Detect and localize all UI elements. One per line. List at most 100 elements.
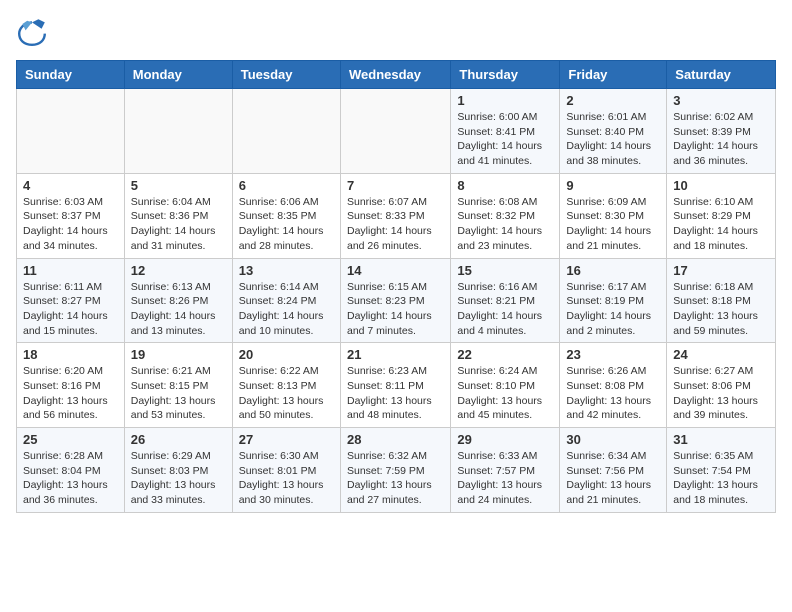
week-row-5: 25 Sunrise: 6:28 AM Sunset: 8:04 PM Dayli… (17, 428, 776, 513)
day-cell: 23 Sunrise: 6:26 AM Sunset: 8:08 PM Dayli… (560, 343, 667, 428)
day-cell: 27 Sunrise: 6:30 AM Sunset: 8:01 PM Dayli… (232, 428, 340, 513)
day-info: Sunrise: 6:13 AM Sunset: 8:26 PM Dayligh… (131, 280, 226, 339)
day-number: 27 (239, 432, 334, 447)
day-number: 18 (23, 347, 118, 362)
day-number: 7 (347, 178, 444, 193)
day-number: 14 (347, 263, 444, 278)
day-number: 3 (673, 93, 769, 108)
day-info: Sunrise: 6:29 AM Sunset: 8:03 PM Dayligh… (131, 449, 226, 508)
day-number: 31 (673, 432, 769, 447)
header-day-thursday: Thursday (451, 61, 560, 89)
week-row-4: 18 Sunrise: 6:20 AM Sunset: 8:16 PM Dayli… (17, 343, 776, 428)
day-info: Sunrise: 6:11 AM Sunset: 8:27 PM Dayligh… (23, 280, 118, 339)
day-info: Sunrise: 6:15 AM Sunset: 8:23 PM Dayligh… (347, 280, 444, 339)
day-cell: 26 Sunrise: 6:29 AM Sunset: 8:03 PM Dayli… (124, 428, 232, 513)
header-day-saturday: Saturday (667, 61, 776, 89)
day-info: Sunrise: 6:08 AM Sunset: 8:32 PM Dayligh… (457, 195, 553, 254)
day-cell: 29 Sunrise: 6:33 AM Sunset: 7:57 PM Dayli… (451, 428, 560, 513)
day-number: 23 (566, 347, 660, 362)
day-cell: 14 Sunrise: 6:15 AM Sunset: 8:23 PM Dayli… (340, 258, 450, 343)
logo-icon (16, 16, 48, 48)
day-info: Sunrise: 6:10 AM Sunset: 8:29 PM Dayligh… (673, 195, 769, 254)
day-number: 4 (23, 178, 118, 193)
day-info: Sunrise: 6:26 AM Sunset: 8:08 PM Dayligh… (566, 364, 660, 423)
day-cell: 1 Sunrise: 6:00 AM Sunset: 8:41 PM Daylig… (451, 89, 560, 174)
day-number: 29 (457, 432, 553, 447)
day-cell: 6 Sunrise: 6:06 AM Sunset: 8:35 PM Daylig… (232, 173, 340, 258)
day-info: Sunrise: 6:02 AM Sunset: 8:39 PM Dayligh… (673, 110, 769, 169)
day-cell: 15Sunrise: 6:16 AM Sunset: 8:21 PM Dayli… (451, 258, 560, 343)
day-number: 8 (457, 178, 553, 193)
day-number: 13 (239, 263, 334, 278)
day-info: Sunrise: 6:28 AM Sunset: 8:04 PM Dayligh… (23, 449, 118, 508)
day-cell (124, 89, 232, 174)
day-info: Sunrise: 6:20 AM Sunset: 8:16 PM Dayligh… (23, 364, 118, 423)
week-row-2: 4 Sunrise: 6:03 AM Sunset: 8:37 PM Daylig… (17, 173, 776, 258)
day-number: 9 (566, 178, 660, 193)
day-info: Sunrise: 6:27 AM Sunset: 8:06 PM Dayligh… (673, 364, 769, 423)
day-number: 28 (347, 432, 444, 447)
day-cell: 10 Sunrise: 6:10 AM Sunset: 8:29 PM Dayli… (667, 173, 776, 258)
day-number: 20 (239, 347, 334, 362)
day-cell: 24 Sunrise: 6:27 AM Sunset: 8:06 PM Dayli… (667, 343, 776, 428)
day-number: 12 (131, 263, 226, 278)
day-info: Sunrise: 6:07 AM Sunset: 8:33 PM Dayligh… (347, 195, 444, 254)
day-info: Sunrise: 6:04 AM Sunset: 8:36 PM Dayligh… (131, 195, 226, 254)
day-info: Sunrise: 6:33 AM Sunset: 7:57 PM Dayligh… (457, 449, 553, 508)
day-cell: 5 Sunrise: 6:04 AM Sunset: 8:36 PM Daylig… (124, 173, 232, 258)
day-cell (17, 89, 125, 174)
day-number: 11 (23, 263, 118, 278)
day-info: Sunrise: 6:22 AM Sunset: 8:13 PM Dayligh… (239, 364, 334, 423)
day-cell: 8 Sunrise: 6:08 AM Sunset: 8:32 PM Daylig… (451, 173, 560, 258)
calendar-header: SundayMondayTuesdayWednesdayThursdayFrid… (17, 61, 776, 89)
day-info: Sunrise: 6:17 AM Sunset: 8:19 PM Dayligh… (566, 280, 660, 339)
calendar-table: SundayMondayTuesdayWednesdayThursdayFrid… (16, 60, 776, 513)
day-number: 6 (239, 178, 334, 193)
day-cell: 31 Sunrise: 6:35 AM Sunset: 7:54 PM Dayli… (667, 428, 776, 513)
day-info: Sunrise: 6:35 AM Sunset: 7:54 PM Dayligh… (673, 449, 769, 508)
day-cell: 25 Sunrise: 6:28 AM Sunset: 8:04 PM Dayli… (17, 428, 125, 513)
header-day-sunday: Sunday (17, 61, 125, 89)
day-info: Sunrise: 6:01 AM Sunset: 8:40 PM Dayligh… (566, 110, 660, 169)
day-cell: 16Sunrise: 6:17 AM Sunset: 8:19 PM Dayli… (560, 258, 667, 343)
day-cell: 9 Sunrise: 6:09 AM Sunset: 8:30 PM Daylig… (560, 173, 667, 258)
header-day-monday: Monday (124, 61, 232, 89)
day-cell: 11 Sunrise: 6:11 AM Sunset: 8:27 PM Dayli… (17, 258, 125, 343)
day-info: Sunrise: 6:21 AM Sunset: 8:15 PM Dayligh… (131, 364, 226, 423)
day-number: 1 (457, 93, 553, 108)
day-cell: 30 Sunrise: 6:34 AM Sunset: 7:56 PM Dayli… (560, 428, 667, 513)
week-row-1: 1 Sunrise: 6:00 AM Sunset: 8:41 PM Daylig… (17, 89, 776, 174)
day-info: Sunrise: 6:14 AM Sunset: 8:24 PM Dayligh… (239, 280, 334, 339)
day-number: 10 (673, 178, 769, 193)
day-cell: 13 Sunrise: 6:14 AM Sunset: 8:24 PM Dayli… (232, 258, 340, 343)
day-cell: 12 Sunrise: 6:13 AM Sunset: 8:26 PM Dayli… (124, 258, 232, 343)
day-number: 30 (566, 432, 660, 447)
day-cell: 21Sunrise: 6:23 AM Sunset: 8:11 PM Dayli… (340, 343, 450, 428)
header-day-friday: Friday (560, 61, 667, 89)
day-cell: 20 Sunrise: 6:22 AM Sunset: 8:13 PM Dayli… (232, 343, 340, 428)
day-number: 17 (673, 263, 769, 278)
day-info: Sunrise: 6:24 AM Sunset: 8:10 PM Dayligh… (457, 364, 553, 423)
day-info: Sunrise: 6:00 AM Sunset: 8:41 PM Dayligh… (457, 110, 553, 169)
day-number: 21 (347, 347, 444, 362)
day-number: 19 (131, 347, 226, 362)
day-info: Sunrise: 6:16 AM Sunset: 8:21 PM Dayligh… (457, 280, 553, 339)
day-cell: 2Sunrise: 6:01 AM Sunset: 8:40 PM Daylig… (560, 89, 667, 174)
day-info: Sunrise: 6:30 AM Sunset: 8:01 PM Dayligh… (239, 449, 334, 508)
day-cell: 22Sunrise: 6:24 AM Sunset: 8:10 PM Dayli… (451, 343, 560, 428)
day-number: 26 (131, 432, 226, 447)
day-cell: 4 Sunrise: 6:03 AM Sunset: 8:37 PM Daylig… (17, 173, 125, 258)
day-number: 5 (131, 178, 226, 193)
day-cell: 3 Sunrise: 6:02 AM Sunset: 8:39 PM Daylig… (667, 89, 776, 174)
day-info: Sunrise: 6:32 AM Sunset: 7:59 PM Dayligh… (347, 449, 444, 508)
header-day-tuesday: Tuesday (232, 61, 340, 89)
day-number: 25 (23, 432, 118, 447)
day-info: Sunrise: 6:09 AM Sunset: 8:30 PM Dayligh… (566, 195, 660, 254)
day-info: Sunrise: 6:18 AM Sunset: 8:18 PM Dayligh… (673, 280, 769, 339)
day-cell: 28 Sunrise: 6:32 AM Sunset: 7:59 PM Dayli… (340, 428, 450, 513)
day-number: 24 (673, 347, 769, 362)
page-header (16, 16, 776, 48)
day-info: Sunrise: 6:03 AM Sunset: 8:37 PM Dayligh… (23, 195, 118, 254)
day-info: Sunrise: 6:34 AM Sunset: 7:56 PM Dayligh… (566, 449, 660, 508)
day-info: Sunrise: 6:06 AM Sunset: 8:35 PM Dayligh… (239, 195, 334, 254)
